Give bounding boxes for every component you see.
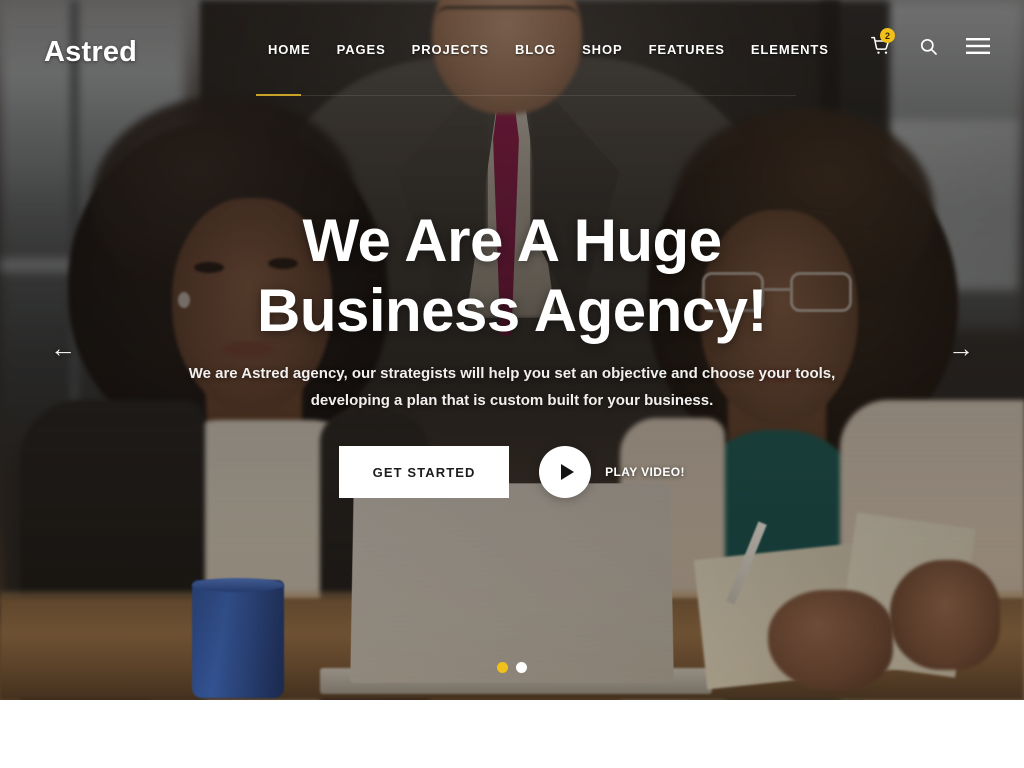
hero-slider: Astred HOME PAGES PROJECTS BLOG SHOP FEA… — [0, 0, 1024, 700]
get-started-button[interactable]: GET STARTED — [339, 446, 510, 498]
site-header: Astred HOME PAGES PROJECTS BLOG SHOP FEA… — [0, 0, 1024, 95]
nav-item-pages[interactable]: PAGES — [324, 42, 399, 57]
site-logo[interactable]: Astred — [44, 36, 137, 69]
hero-headline: We Are A Huge Business Agency! — [0, 206, 1024, 346]
nav-item-projects[interactable]: PROJECTS — [399, 42, 502, 57]
slider-next-arrow[interactable]: → — [948, 335, 974, 361]
nav-item-blog[interactable]: BLOG — [502, 42, 569, 57]
slider-dot-2[interactable] — [516, 662, 527, 673]
search-icon[interactable] — [919, 37, 938, 56]
play-video-group[interactable]: PLAY VIDEO! — [539, 446, 685, 498]
active-nav-underline — [256, 94, 301, 96]
cart-badge-count: 2 — [880, 28, 895, 43]
header-divider — [256, 95, 796, 96]
cart-icon[interactable]: 2 — [871, 28, 895, 56]
header-icon-group: 2 — [871, 28, 990, 56]
hero-headline-line1: We Are A Huge — [302, 207, 722, 274]
hamburger-menu-icon[interactable] — [966, 37, 990, 55]
play-video-label[interactable]: PLAY VIDEO! — [605, 465, 685, 479]
hero-subtext: We are Astred agency, our strategists wi… — [188, 365, 836, 409]
nav-item-shop[interactable]: SHOP — [569, 42, 635, 57]
nav-item-elements[interactable]: ELEMENTS — [738, 42, 842, 57]
play-triangle-icon — [560, 464, 574, 480]
slider-dot-1[interactable] — [497, 662, 508, 673]
hero-cta-row: GET STARTED PLAY VIDEO! — [0, 446, 1024, 498]
slider-pagination — [0, 662, 1024, 673]
page-body-below-hero — [0, 700, 1024, 768]
play-button[interactable] — [539, 446, 592, 498]
main-navigation: HOME PAGES PROJECTS BLOG SHOP FEATURES E… — [255, 42, 842, 57]
hero-headline-line2: Business Agency! — [257, 277, 767, 344]
hero-content: We Are A Huge Business Agency! We are As… — [0, 0, 1024, 700]
nav-item-features[interactable]: FEATURES — [636, 42, 738, 57]
slider-prev-arrow[interactable]: ← — [50, 335, 76, 361]
nav-item-home[interactable]: HOME — [255, 42, 324, 57]
